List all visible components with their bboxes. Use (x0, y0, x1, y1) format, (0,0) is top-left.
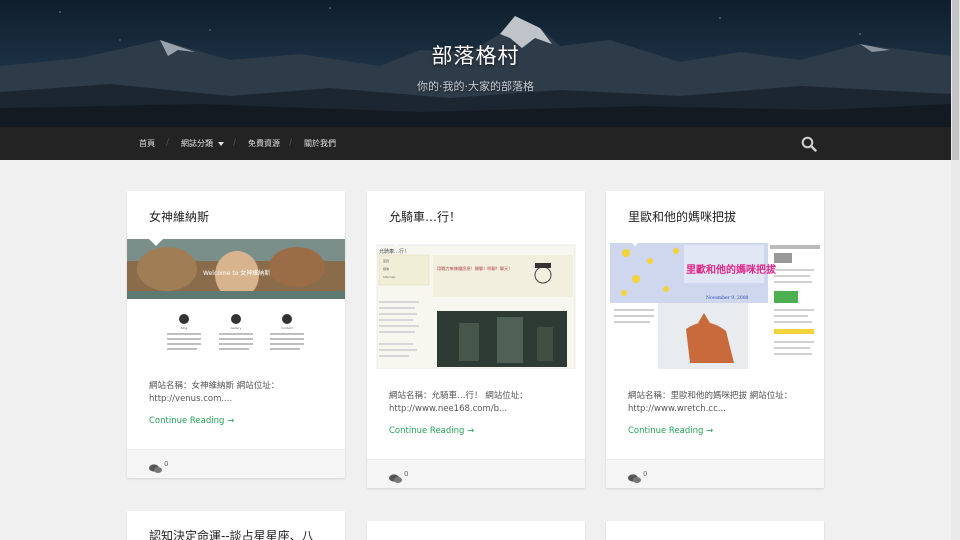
comment-count: 0 (643, 470, 648, 478)
nav-item-categories[interactable]: 網誌分類 (181, 127, 224, 160)
nav-separator: / (166, 138, 170, 148)
post-excerpt: 網站名稱：允騎車…行！ 網站位址：http://www.nee168.com/b… (389, 391, 528, 414)
search-icon[interactable] (801, 136, 817, 152)
comments-link[interactable]: 0 (389, 469, 408, 483)
nav-item-categories-label: 網誌分類 (181, 139, 213, 148)
post-footer: 0 (367, 459, 585, 488)
thumbnail-headline: 用戰力來煉鐵訊息！開聊！明聊！聊天！ (437, 265, 512, 272)
post-excerpt: 網站名稱：里歐和他的媽咪把拔 網站位址：http://www.wretch.cc… (628, 391, 793, 414)
post-card: 里歐和他的媽咪把拔 里歐和他的媽咪把拔 November 9, 2008 網站名… (606, 191, 824, 488)
comments-link[interactable]: 0 (149, 459, 168, 473)
nav-separator: / (289, 138, 293, 148)
venus-site-screenshot: Welcome to 女神維納斯 Blog Gallery Contact (127, 239, 345, 358)
post-footer: 0 (127, 449, 345, 478)
thumbnail-notch (149, 239, 163, 246)
thumbnail-notch (628, 239, 642, 246)
leo-site-screenshot: 里歐和他的媽咪把拔 November 9, 2008 (610, 243, 820, 369)
nav-item-home[interactable]: 首頁 (139, 127, 155, 160)
continue-reading-link[interactable]: Continue Reading → (389, 426, 474, 436)
caret-down-icon (218, 141, 224, 146)
site-description: 你的·我的·大家的部落格 (417, 80, 534, 93)
thumbnail-icon-caption: Blog (181, 326, 188, 330)
thumbnail-banner-title: 里歐和他的媽咪把拔 (686, 263, 777, 276)
continue-reading-link[interactable]: Continue Reading → (149, 416, 234, 426)
bike-site-screenshot: 允騎車…行！ 首頁 相簿 Sitemap 用戰力來煉鐵訊息！開聊！明聊！聊天！ (376, 244, 576, 369)
post-card: 女神維納斯 Welcome to 女神維納斯 Blog Gallery Cont… (127, 191, 345, 478)
thumbnail-date: November 9, 2008 (706, 295, 749, 301)
comments-link[interactable]: 0 (628, 469, 647, 483)
site-header: 部落格村 你的·我的·大家的部落格 (0, 0, 951, 127)
nav-separator: / (233, 138, 237, 148)
post-footer: 0 (606, 459, 824, 488)
thumbnail-menu-item: 首頁 (383, 258, 389, 263)
thumbnail-icon-caption: Contact (281, 326, 293, 330)
comment-count: 0 (404, 470, 409, 478)
post-thumbnail[interactable]: 允騎車…行！ 首頁 相簿 Sitemap 用戰力來煉鐵訊息！開聊！明聊！聊天！ (367, 239, 585, 369)
nav-item-about-us[interactable]: 關於我們 (304, 127, 336, 160)
post-card: 允騎車…行！ 允騎車…行！ 首頁 相簿 Sitemap 用戰力來煉鐵訊息！開聊！… (367, 191, 585, 488)
thumbnail-menu-item: Sitemap (383, 275, 396, 279)
thumbnail-menu-item: 相簿 (383, 266, 389, 271)
post-thumbnail[interactable]: Welcome to 女神維納斯 Blog Gallery Contact (127, 239, 345, 358)
post-excerpt: 網站名稱：女神維納斯 網站位址：http://venus.com.... (149, 381, 280, 404)
comment-count: 0 (164, 460, 169, 468)
post-title[interactable]: 允騎車…行！ (389, 208, 461, 225)
nav-item-free-resources[interactable]: 免費資源 (248, 127, 280, 160)
page-scrollbar[interactable] (951, 0, 960, 540)
thumbnail-icon-caption: Gallery (231, 326, 242, 330)
thumbnail-site-name: 允騎車…行！ (379, 248, 409, 255)
thumbnail-notch (389, 239, 403, 246)
scrollbar-thumb[interactable] (952, 0, 959, 160)
post-title[interactable]: 女神維納斯 (149, 208, 209, 225)
site-title[interactable]: 部落格村 (0, 40, 951, 70)
post-thumbnail[interactable]: 里歐和他的媽咪把拔 November 9, 2008 (606, 239, 824, 369)
post-title[interactable]: 里歐和他的媽咪把拔 (628, 208, 736, 225)
post-card: 認知決定命運--談占星星座、八 (127, 511, 345, 540)
post-title[interactable]: 認知決定命運--談占星星座、八 (149, 527, 314, 540)
post-card (606, 521, 824, 540)
thumbnail-banner-text: Welcome to 女神維納斯 (203, 269, 270, 277)
post-card (367, 521, 585, 540)
speech-bubbles-icon (149, 464, 162, 473)
speech-bubbles-icon (628, 474, 641, 483)
speech-bubbles-icon (389, 474, 402, 483)
continue-reading-link[interactable]: Continue Reading → (628, 426, 713, 436)
